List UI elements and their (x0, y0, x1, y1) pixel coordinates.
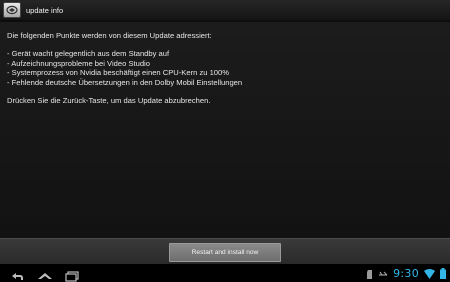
recent-apps-icon[interactable] (63, 267, 81, 282)
button-bar: Restart and install now (0, 238, 450, 264)
cancel-hint-text: Drücken Sie die Zurück-Taste, um das Upd… (7, 96, 211, 106)
clock: 9:30 (393, 266, 419, 280)
intro-text: Die folgenden Punkte werden von diesem U… (7, 31, 212, 40)
update-info-content: Die folgenden Punkte werden von diesem U… (0, 22, 450, 238)
system-nav-bar: 9:30 (0, 264, 450, 282)
title-bar: update info (0, 0, 450, 22)
list-item: - Aufzeichnungsprobleme bei Video Studio (7, 58, 150, 68)
changes-list: - Gerät wacht gelegentlich aus dem Stand… (7, 49, 443, 87)
app-icon (3, 2, 21, 18)
list-item: - Systemprozess von Nvidia beschäftigt e… (7, 68, 230, 78)
restart-install-button[interactable]: Restart and install now (169, 243, 281, 262)
list-item: - Gerät wacht gelegentlich aus dem Stand… (7, 49, 170, 59)
app-title: update info (26, 5, 64, 15)
status-area[interactable]: 9:30 (367, 265, 446, 281)
back-icon[interactable] (8, 267, 26, 280)
usb-icon (378, 264, 388, 282)
sd-card-icon (367, 264, 373, 282)
battery-icon (440, 264, 446, 282)
home-icon[interactable] (36, 267, 54, 279)
wifi-icon (424, 264, 435, 282)
list-item: - Fehlende deutsche Übersetzungen in den… (7, 77, 243, 87)
